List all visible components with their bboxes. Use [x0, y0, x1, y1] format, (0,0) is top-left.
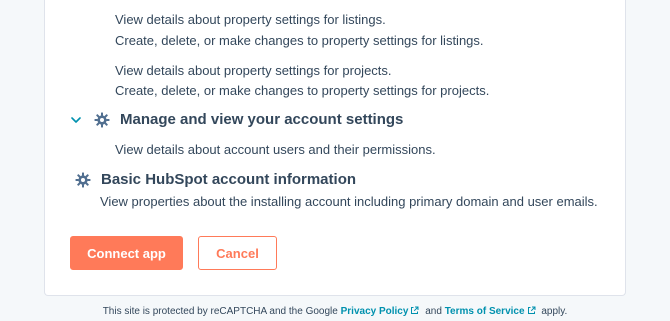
permission-listings-read: View details about property settings for…: [115, 12, 386, 27]
permission-projects-write: Create, delete, or make changes to prope…: [115, 83, 490, 98]
cancel-button[interactable]: Cancel: [198, 236, 277, 270]
privacy-policy-link[interactable]: Privacy Policy: [341, 306, 409, 317]
section-title-account-settings: Manage and view your account settings: [120, 111, 404, 128]
terms-of-service-link[interactable]: Terms of Service: [445, 306, 525, 317]
recaptcha-footer: This site is protected by reCAPTCHA and …: [0, 305, 670, 319]
gear-icon: [94, 112, 110, 128]
external-link-icon: [410, 306, 419, 315]
connect-app-button[interactable]: Connect app: [70, 236, 183, 270]
section-title-basic-info: Basic HubSpot account information: [101, 171, 357, 188]
footer-suffix: apply.: [541, 306, 568, 317]
basic-info-desc: View properties about the installing acc…: [100, 194, 598, 209]
permission-projects-read: View details about property settings for…: [115, 63, 392, 78]
permission-listings-write: Create, delete, or make changes to prope…: [115, 33, 484, 48]
external-link-icon: [527, 306, 536, 315]
account-settings-desc: View details about account users and the…: [115, 142, 436, 157]
section-basic-info: Basic HubSpot account information: [75, 170, 356, 190]
section-account-settings[interactable]: Manage and view your account settings: [70, 110, 403, 130]
footer-prefix: This site is protected by reCAPTCHA and …: [102, 306, 338, 317]
chevron-down-icon[interactable]: [70, 114, 82, 126]
gear-icon: [75, 172, 91, 188]
footer-and: and: [425, 306, 442, 317]
